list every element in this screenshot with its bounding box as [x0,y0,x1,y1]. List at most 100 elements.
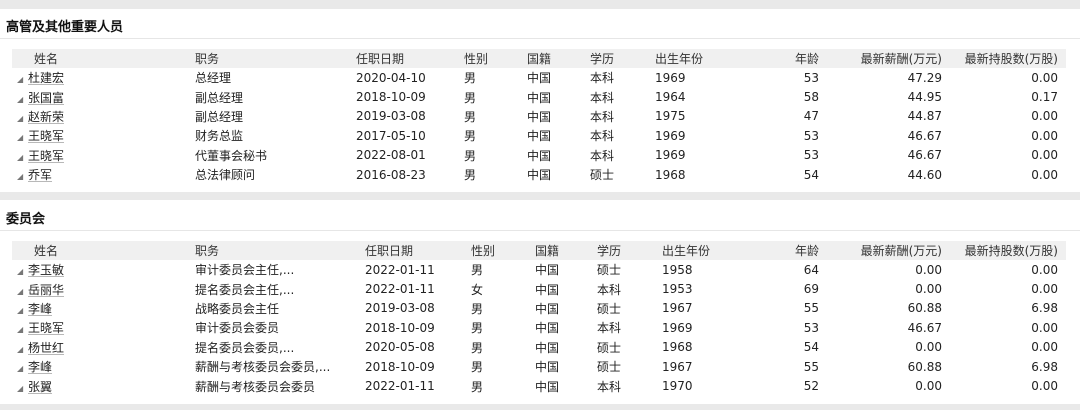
gender-cell: 女 [471,282,484,297]
table-row[interactable]: ◢ 张翼 薪酬与考核委员会委员 2022-01-11 男中国 本科 1970 52 0.00 0.… [12,376,1066,395]
position-cell: 战略委员会主任 [195,301,280,316]
shares-cell: 0.00 [1031,379,1058,394]
column-header-education[interactable]: 学历 [590,49,655,68]
date-cell: 2018-10-09 [365,359,435,374]
column-header-date[interactable]: 任职日期 [365,241,471,260]
column-header-name[interactable]: 姓名 [12,241,195,260]
birth-year-cell: 1969 [655,148,686,163]
person-name-link[interactable]: 赵新荣 [28,110,64,124]
person-name-link[interactable]: 杜建宏 [28,71,64,85]
person-name-link[interactable]: 杨世红 [28,341,64,355]
salary-cell: 60.88 [907,301,942,316]
salary-cell: 0.00 [915,262,942,277]
expand-caret-icon[interactable]: ◢ [12,306,28,315]
expand-caret-icon[interactable]: ◢ [12,153,28,162]
name-cell: ◢ 李峰 [12,299,195,318]
position-cell: 审计委员会主任,... [195,263,295,278]
table-row[interactable]: ◢ 赵新荣 副总经理 2019-03-08 男中国 本科 1975 47 44.87 0.00 [12,107,1066,126]
column-header-birth-year[interactable]: 出生年份 [662,241,757,260]
expand-caret-icon[interactable]: ◢ [12,95,28,104]
column-header-salary[interactable]: 最新薪酬(万元) [823,241,942,260]
expand-caret-icon[interactable]: ◢ [12,133,28,142]
birth-year-cell: 1953 [662,282,693,297]
table-row[interactable]: ◢ 李玉敏 审计委员会主任,... 2022-01-11 男中国 硕士 1958 64 0.00… [12,260,1066,279]
table-row[interactable]: ◢ 张国富 副总经理 2018-10-09 男中国 本科 1964 58 44.95 0.17 [12,87,1066,106]
person-name-link[interactable]: 张国富 [28,91,64,105]
birth-year-cell: 1967 [662,301,693,316]
name-cell: ◢ 王晓军 [12,318,195,337]
expand-caret-icon[interactable]: ◢ [12,345,28,354]
nationality-cell: 中国 [527,148,552,163]
expand-caret-icon[interactable]: ◢ [12,267,28,276]
column-header-age[interactable]: 年龄 [750,49,823,68]
table-row[interactable]: ◢ 李峰 战略委员会主任 2019-03-08 男中国 硕士 1967 55 60.88 6.98 [12,299,1066,318]
column-header-date[interactable]: 任职日期 [356,49,464,68]
table-row[interactable]: ◢ 岳丽华 提名委员会主任,... 2022-01-11 女中国 本科 1953 69 0.00… [12,279,1066,298]
name-cell: ◢ 李玉敏 [12,260,195,279]
column-header-nationality[interactable]: 国籍 [527,49,590,68]
position-cell: 财务总监 [195,129,244,144]
column-header-birth-year[interactable]: 出生年份 [655,49,750,68]
table-row[interactable]: ◢ 王晓军 财务总监 2017-05-10 男中国 本科 1969 53 46.67 0.00 [12,126,1066,145]
name-cell: ◢ 赵新荣 [12,107,195,126]
person-name-link[interactable]: 李玉敏 [28,263,64,277]
column-header-name[interactable]: 姓名 [12,49,195,68]
person-name-link[interactable]: 岳丽华 [28,283,64,297]
date-cell: 2019-03-08 [356,109,426,124]
expand-caret-icon[interactable]: ◢ [12,364,28,373]
table-row[interactable]: ◢ 杨世红 提名委员会委员,... 2020-05-08 男中国 硕士 1968 54 0.00… [12,338,1066,357]
person-name-link[interactable]: 王晓军 [28,129,64,143]
person-name-link[interactable]: 乔军 [28,168,52,182]
expand-caret-icon[interactable]: ◢ [12,287,28,296]
column-header-age[interactable]: 年龄 [757,241,823,260]
education-cell: 本科 [590,90,615,105]
table-row[interactable]: ◢ 王晓军 审计委员会委员 2018-10-09 男中国 本科 1969 53 46.67 0.0… [12,318,1066,337]
nationality-cell: 中国 [535,321,560,336]
table-row[interactable]: ◢ 王晓军 代董事会秘书 2022-08-01 男中国 本科 1969 53 46.67 0.00 [12,146,1066,165]
column-header-gender[interactable]: 性别 [464,49,527,68]
salary-cell: 44.87 [907,109,942,124]
person-name-link[interactable]: 王晓军 [28,321,64,335]
salary-cell: 44.60 [907,167,942,182]
column-header-education[interactable]: 学历 [597,241,662,260]
column-header-salary[interactable]: 最新薪酬(万元) [823,49,942,68]
expand-caret-icon[interactable]: ◢ [12,172,28,181]
column-header-position[interactable]: 职务 [195,241,365,260]
expand-caret-icon[interactable]: ◢ [12,384,28,393]
shares-cell: 0.17 [1031,90,1058,105]
date-cell: 2022-01-11 [365,282,435,297]
date-cell: 2018-10-09 [365,320,435,335]
column-header-position[interactable]: 职务 [195,49,356,68]
section-divider [0,230,1080,231]
expand-caret-icon[interactable]: ◢ [12,75,28,84]
gender-cell: 男 [471,360,484,375]
shares-cell: 0.00 [1031,262,1058,277]
column-header-gender[interactable]: 性别 [471,241,535,260]
education-cell: 本科 [597,379,622,394]
gender-cell: 男 [464,71,477,86]
gender-cell: 男 [464,168,477,183]
column-header-shares[interactable]: 最新持股数(万股) [942,49,1066,68]
table-row[interactable]: ◢ 乔军 总法律顾问 2016-08-23 男中国 硕士 1968 54 44.60 0.00 [12,165,1066,184]
person-name-link[interactable]: 李峰 [28,302,52,316]
shares-cell: 6.98 [1031,301,1058,316]
name-cell: ◢ 杨世红 [12,338,195,357]
column-header-shares[interactable]: 最新持股数(万股) [942,241,1066,260]
person-name-link[interactable]: 李峰 [28,360,52,374]
age-cell: 53 [803,128,819,143]
age-cell: 47 [803,109,819,124]
position-cell: 提名委员会委员,... [195,340,295,355]
table-row[interactable]: ◢ 杜建宏 总经理 2020-04-10 男中国 本科 1969 53 47.29 0.00 [12,68,1066,87]
shares-cell: 0.00 [1031,109,1058,124]
birth-year-cell: 1964 [655,90,686,105]
table-row[interactable]: ◢ 李峰 薪酬与考核委员会委员,... 2018-10-09 男中国 硕士 1967 55 60… [12,357,1066,376]
expand-caret-icon[interactable]: ◢ [12,114,28,123]
birth-year-cell: 1969 [655,128,686,143]
person-name-link[interactable]: 张翼 [28,380,52,394]
date-cell: 2017-05-10 [356,128,426,143]
education-cell: 硕士 [597,301,622,316]
shares-cell: 0.00 [1031,282,1058,297]
person-name-link[interactable]: 王晓军 [28,149,64,163]
column-header-nationality[interactable]: 国籍 [535,241,597,260]
expand-caret-icon[interactable]: ◢ [12,325,28,334]
